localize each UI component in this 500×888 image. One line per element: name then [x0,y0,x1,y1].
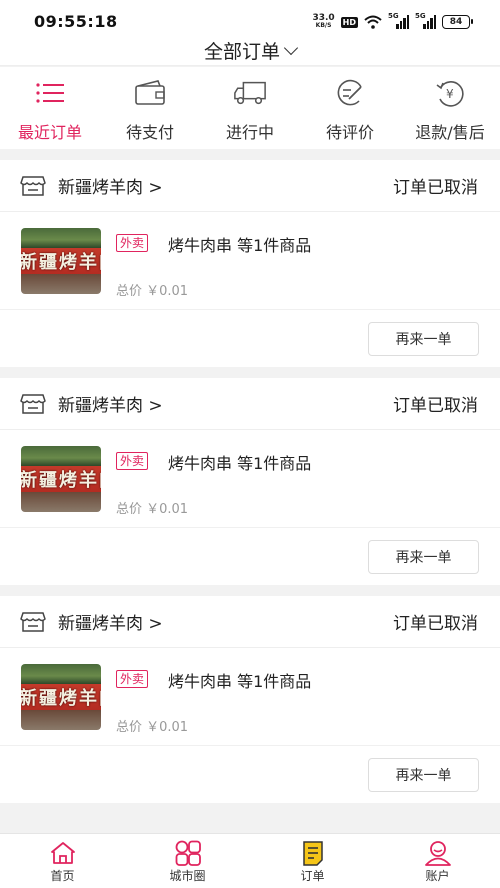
order-item-title: 烤牛肉串 等1件商品 [168,236,312,255]
nav-account[interactable]: 账户 [375,834,500,888]
refund-icon: ¥ [433,79,467,107]
nav-label: 城市圈 [169,869,206,883]
wallet-icon [133,79,167,107]
shop-icon [20,175,46,196]
home-icon [49,840,77,866]
order-card-footer: 再来一单 [0,310,500,367]
bottom-nav: 首页 城市圈 订单 账户 [0,833,500,888]
order-status: 订单已取消 [393,614,478,634]
tab-in-progress[interactable]: 进行中 [200,67,300,149]
shop-link[interactable]: 新疆烤羊肉 > [20,391,163,416]
tab-refund-aftersale[interactable]: ¥ 退款/售后 [400,67,500,149]
shop-thumbnail: 新疆烤羊肉 [21,228,101,294]
nav-orders[interactable]: 订单 [250,834,375,888]
order-tabs: 最近订单 待支付 进行中 待评价 ¥ 退款/售后 [0,67,500,149]
tab-label: 进行中 [225,123,274,142]
shop-thumbnail: 新疆烤羊肉 [21,446,101,512]
nav-home[interactable]: 首页 [0,834,125,888]
order-status: 订单已取消 [393,178,478,198]
shop-name: 新疆烤羊肉 > [58,178,163,198]
reorder-button[interactable]: 再来一单 [368,758,479,792]
tab-pending-payment[interactable]: 待支付 [100,67,200,149]
status-icons: 33.0 KB/S HD 5G 5G 84 [312,12,473,30]
nav-label: 账户 [425,869,450,883]
order-status: 订单已取消 [393,396,478,416]
order-card-body[interactable]: 新疆烤羊肉 外卖 烤牛肉串 等1件商品 总价 ￥0.01 [0,648,500,746]
tab-pending-review[interactable]: 待评价 [300,67,400,149]
nav-label: 首页 [50,869,75,883]
order-card-footer: 再来一单 [0,746,500,803]
order-price: 总价 ￥0.01 [116,720,189,735]
review-icon [333,79,367,107]
wifi-icon [364,15,382,29]
reorder-button[interactable]: 再来一单 [368,322,479,356]
order-card-header: 新疆烤羊肉 > 订单已取消 [0,378,500,430]
order-card-footer: 再来一单 [0,528,500,585]
hd-icon: HD [340,16,358,28]
shop-link[interactable]: 新疆烤羊肉 > [20,609,163,634]
tab-label: 最近订单 [17,123,82,142]
chevron-down-icon [283,40,299,55]
tab-label: 退款/售后 [415,123,485,142]
page-title: 全部订单 [203,41,280,63]
delivery-tag: 外卖 [116,670,149,688]
reorder-button[interactable]: 再来一单 [368,540,479,574]
order-card-body[interactable]: 新疆烤羊肉 外卖 烤牛肉串 等1件商品 总价 ￥0.01 [0,212,500,310]
order-list: 新疆烤羊肉 > 订单已取消 新疆烤羊肉 外卖 烤牛肉串 等1件商品 总价 ￥0.… [0,160,500,814]
network-speed: 33.0 KB/S [312,13,335,30]
tab-label: 待评价 [325,123,374,142]
shop-icon [20,393,46,414]
truck-icon [233,79,267,107]
shop-link[interactable]: 新疆烤羊肉 > [20,173,163,198]
tab-label: 待支付 [125,123,174,142]
tab-recent-orders[interactable]: 最近订单 [0,67,100,149]
order-item-title: 烤牛肉串 等1件商品 [168,454,312,473]
shop-name: 新疆烤羊肉 > [58,614,163,634]
orders-icon [299,840,327,866]
status-bar: 09:55:18 33.0 KB/S HD 5G 5G 84 [0,0,500,36]
list-icon [33,79,67,107]
order-card: 新疆烤羊肉 > 订单已取消 新疆烤羊肉 外卖 烤牛肉串 等1件商品 总价 ￥0.… [0,596,500,803]
order-filter-dropdown[interactable]: 全部订单 [203,37,299,64]
svg-text:¥: ¥ [446,87,454,101]
order-card: 新疆烤羊肉 > 订单已取消 新疆烤羊肉 外卖 烤牛肉串 等1件商品 总价 ￥0.… [0,378,500,585]
shop-thumbnail: 新疆烤羊肉 [21,664,101,730]
order-price: 总价 ￥0.01 [116,502,189,517]
order-card-header: 新疆烤羊肉 > 订单已取消 [0,160,500,212]
order-item-title: 烤牛肉串 等1件商品 [168,672,312,691]
city-circle-icon [174,840,202,866]
header: 全部订单 [0,36,500,66]
account-icon [424,840,452,866]
shop-icon [20,611,46,632]
status-time: 09:55:18 [34,12,118,31]
order-card: 新疆烤羊肉 > 订单已取消 新疆烤羊肉 外卖 烤牛肉串 等1件商品 总价 ￥0.… [0,160,500,367]
nav-city-circle[interactable]: 城市圈 [125,834,250,888]
signal-icon: 5G [388,12,409,29]
nav-label: 订单 [300,869,325,883]
shop-name: 新疆烤羊肉 > [58,396,163,416]
order-card-header: 新疆烤羊肉 > 订单已取消 [0,596,500,648]
delivery-tag: 外卖 [116,452,149,470]
battery-icon: 84 [442,15,473,29]
delivery-tag: 外卖 [116,234,149,252]
order-price: 总价 ￥0.01 [116,284,189,299]
signal-icon: 5G [415,12,436,29]
order-card-body[interactable]: 新疆烤羊肉 外卖 烤牛肉串 等1件商品 总价 ￥0.01 [0,430,500,528]
